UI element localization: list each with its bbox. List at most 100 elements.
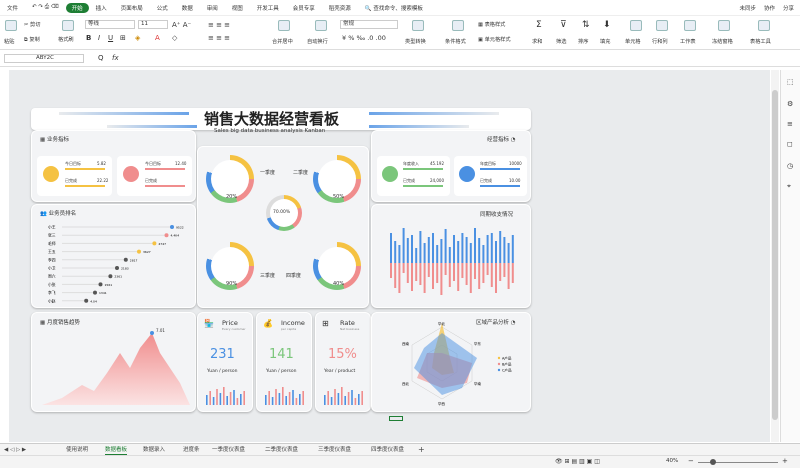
menu-file[interactable]: 文件 bbox=[0, 4, 25, 12]
tab-q4[interactable]: 四季度仪表盘 bbox=[371, 445, 404, 455]
freeze-icon[interactable] bbox=[718, 20, 730, 31]
mini-bar bbox=[358, 394, 360, 405]
wrap-button[interactable]: 自动换行 bbox=[307, 38, 328, 45]
worksheet-button[interactable]: 工作表 bbox=[680, 38, 696, 45]
select-icon[interactable]: ⬚ bbox=[787, 78, 794, 86]
cond-format-button[interactable]: 条件格式 bbox=[445, 38, 466, 45]
formula-input[interactable] bbox=[124, 54, 794, 63]
name-box[interactable]: ABY2C bbox=[4, 54, 84, 63]
sort-icon[interactable]: ⇅ bbox=[582, 20, 590, 30]
selected-cell[interactable] bbox=[389, 416, 403, 421]
table-style-button[interactable]: ▦ 表格样式 bbox=[478, 21, 505, 28]
location-icon[interactable]: ⌖ bbox=[787, 182, 791, 191]
row-col-icon[interactable] bbox=[656, 20, 668, 31]
copy-button[interactable]: ⧉ 复制 bbox=[24, 36, 40, 44]
wrap-icon[interactable] bbox=[315, 20, 327, 31]
menu-docer[interactable]: 稻壳资源 bbox=[322, 4, 358, 12]
sum-button[interactable]: 求和 bbox=[532, 38, 542, 45]
type-convert-icon[interactable] bbox=[412, 20, 424, 31]
menu-member[interactable]: 会员专享 bbox=[286, 4, 322, 12]
cell-button[interactable]: 单元格 bbox=[625, 38, 641, 45]
view-mode-icons[interactable]: 👁 ⊞ ▤ ▥ ▣ ◫ bbox=[555, 458, 600, 465]
menu-view[interactable]: 视图 bbox=[225, 4, 250, 12]
revenue-bar-down bbox=[415, 263, 418, 281]
title-deco-right bbox=[369, 112, 499, 115]
sum-icon[interactable]: Σ bbox=[536, 20, 542, 30]
cell-icon[interactable] bbox=[630, 20, 642, 31]
menu-review[interactable]: 审阅 bbox=[200, 4, 225, 12]
add-sheet-icon[interactable]: + bbox=[418, 445, 425, 455]
table-tools-button[interactable]: 表格工具 bbox=[750, 38, 771, 45]
filter-side-icon[interactable]: ≡ bbox=[787, 120, 793, 128]
vertical-scrollbar[interactable] bbox=[771, 70, 779, 442]
fill-icon[interactable]: ⬇ bbox=[603, 20, 611, 30]
format-painter-icon[interactable] bbox=[62, 20, 74, 31]
font-size-select[interactable]: 11 bbox=[138, 20, 168, 29]
menu-page-layout[interactable]: 页面布局 bbox=[114, 4, 150, 12]
tab-instructions[interactable]: 使用说明 bbox=[66, 445, 88, 455]
menu-formula[interactable]: 公式 bbox=[150, 4, 175, 12]
zoom-formula-icon[interactable]: Q bbox=[98, 54, 104, 62]
font-color-icon[interactable]: A bbox=[155, 34, 160, 42]
tab-data-entry[interactable]: 数据录入 bbox=[143, 445, 165, 455]
fill-button[interactable]: 填充 bbox=[600, 38, 610, 45]
cell-style-button[interactable]: ▣ 单元格样式 bbox=[478, 36, 511, 43]
percent-icon[interactable]: ¥ % ‰ .0 .00 bbox=[342, 34, 386, 42]
tab-q1[interactable]: 一季度仪表盘 bbox=[212, 445, 245, 455]
paste-icon[interactable] bbox=[5, 20, 17, 31]
collab-button[interactable]: 协作 bbox=[764, 4, 775, 12]
align-top-icon[interactable]: ≡ ≡ ≡ bbox=[208, 21, 230, 29]
underline-icon[interactable]: U bbox=[108, 34, 113, 42]
format-painter-button[interactable]: 格式刷 bbox=[58, 36, 74, 43]
gauge-q4-label: 四季度 bbox=[286, 273, 302, 279]
menu-data[interactable]: 数据 bbox=[175, 4, 200, 12]
share-button[interactable]: 分享 bbox=[783, 4, 794, 12]
tab-nav-icons[interactable]: ◀ ◁ ▷ ▶ bbox=[4, 445, 26, 455]
worksheet-icon[interactable] bbox=[684, 20, 696, 31]
merge-icon[interactable] bbox=[278, 20, 290, 31]
font-grow-icon[interactable]: A⁺ A⁻ bbox=[172, 21, 191, 29]
zoom-in-icon[interactable]: + bbox=[782, 457, 788, 465]
tab-q2[interactable]: 二季度仪表盘 bbox=[265, 445, 298, 455]
cut-button[interactable]: ✂ 剪切 bbox=[24, 21, 40, 28]
tab-dashboard[interactable]: 数据看板 bbox=[105, 445, 128, 455]
merge-button[interactable]: 合并居中 bbox=[272, 38, 293, 45]
bold-icon[interactable]: B bbox=[86, 34, 91, 42]
tab-progress[interactable]: 进度条 bbox=[183, 445, 200, 455]
sort-button[interactable]: 排序 bbox=[578, 38, 588, 45]
filter-icon[interactable]: ⊽ bbox=[560, 20, 567, 30]
freeze-button[interactable]: 冻结窗格 bbox=[712, 38, 733, 45]
revenue-bar-down bbox=[427, 263, 430, 277]
zoom-slider-thumb[interactable] bbox=[710, 459, 716, 465]
fx-icon[interactable]: fx bbox=[112, 54, 119, 62]
menu-start[interactable]: 开始 bbox=[65, 2, 89, 13]
paste-button[interactable]: 粘贴 bbox=[4, 38, 14, 45]
cond-format-icon[interactable] bbox=[452, 20, 464, 31]
revenue-bar-down bbox=[474, 263, 476, 279]
clock-icon[interactable]: ◷ bbox=[787, 162, 793, 170]
sheet-area[interactable]: 销售大数据经营看板 Sales big data business analys… bbox=[9, 70, 770, 442]
menu-developer[interactable]: 开发工具 bbox=[250, 4, 286, 12]
type-convert-button[interactable]: 类型转换 bbox=[405, 38, 426, 45]
border-icon[interactable]: ⊞ bbox=[120, 34, 126, 42]
font-name-select[interactable]: 等线 bbox=[85, 20, 135, 29]
clear-icon[interactable]: ◇ bbox=[172, 34, 177, 42]
vertical-scroll-thumb[interactable] bbox=[772, 90, 778, 420]
sync-status[interactable]: 未同步 bbox=[739, 4, 756, 12]
menu-insert[interactable]: 插入 bbox=[89, 4, 114, 12]
undo-icon[interactable]: ↶ ↷ ⎙ ⌫ bbox=[25, 4, 66, 11]
row-col-button[interactable]: 行和列 bbox=[652, 38, 668, 45]
revenue-bar-up bbox=[469, 243, 472, 263]
settings-icon[interactable]: ⚙ bbox=[787, 100, 793, 108]
number-format-select[interactable]: 常规 bbox=[340, 20, 398, 29]
table-tools-icon[interactable] bbox=[758, 20, 770, 31]
fill-color-icon[interactable]: ◈ bbox=[135, 34, 140, 42]
search-command[interactable]: 🔍 查找命令、搜索模板 bbox=[358, 4, 430, 12]
shape-icon[interactable]: ◻ bbox=[787, 140, 793, 148]
zoom-out-icon[interactable]: − bbox=[688, 457, 694, 465]
filter-button[interactable]: 筛选 bbox=[556, 38, 566, 45]
align-left-icon[interactable]: ≡ ≡ ≡ bbox=[208, 34, 230, 42]
radar-legend-c: C产品 bbox=[502, 368, 512, 373]
tab-q3[interactable]: 三季度仪表盘 bbox=[318, 445, 351, 455]
italic-icon[interactable]: I bbox=[98, 34, 100, 42]
